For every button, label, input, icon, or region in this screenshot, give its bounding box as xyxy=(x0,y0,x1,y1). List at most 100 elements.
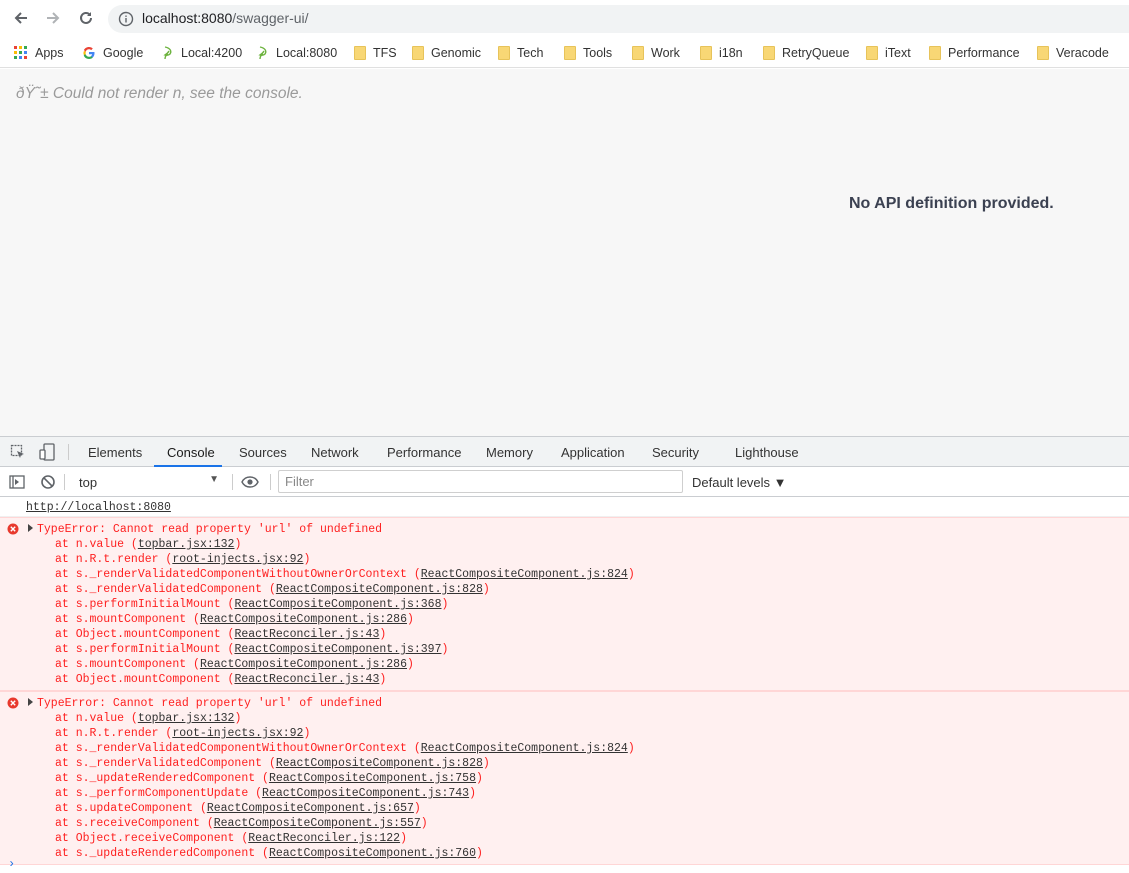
bookmarks-bar: Apps Google Local:4200 Local:8080 TFS Genomic… xyxy=(0,37,1129,68)
dropdown-arrow-icon: ▼ xyxy=(209,474,219,485)
tab-application[interactable]: Application xyxy=(561,445,625,460)
stack-frame-file-link[interactable]: ReactReconciler.js:122 xyxy=(248,832,400,845)
console-output: http://localhost:8080 TypeError: Cannot … xyxy=(0,497,1129,873)
bookmark-veracode[interactable]: Veracode xyxy=(1037,43,1109,63)
stack-frame-file-link[interactable]: topbar.jsx:132 xyxy=(138,538,235,551)
stack-frame-function: at s._updateRenderedComponent xyxy=(55,847,263,860)
stack-frame: at Object.mountComponent (ReactReconcile… xyxy=(55,673,387,686)
stack-frame-file-link[interactable]: ReactCompositeComponent.js:760 xyxy=(269,847,476,860)
expand-triangle-icon[interactable] xyxy=(28,698,33,706)
tab-lighthouse[interactable]: Lighthouse xyxy=(735,445,799,460)
clear-console-icon[interactable] xyxy=(38,472,58,492)
stack-frame-file-link[interactable]: ReactCompositeComponent.js:286 xyxy=(200,613,407,626)
device-toggle-icon[interactable] xyxy=(37,442,57,462)
bookmark-tools[interactable]: Tools xyxy=(564,43,612,63)
console-prompt-icon[interactable]: › xyxy=(8,857,15,871)
stack-frame-function: at s._renderValidatedComponentWithoutOwn… xyxy=(55,568,414,581)
stack-frame-file-link[interactable]: ReactCompositeComponent.js:824 xyxy=(421,742,628,755)
folder-icon xyxy=(632,46,644,60)
tab-elements[interactable]: Elements xyxy=(88,445,142,460)
tab-sources[interactable]: Sources xyxy=(239,445,287,460)
address-bar[interactable]: localhost:8080/swagger-ui/ xyxy=(108,5,1129,33)
bookmark-local-4200[interactable]: Local:4200 xyxy=(162,43,242,63)
stack-frame-file-link[interactable]: ReactCompositeComponent.js:758 xyxy=(269,772,476,785)
stack-frame-file-link[interactable]: ReactCompositeComponent.js:286 xyxy=(200,658,407,671)
browser-toolbar: localhost:8080/swagger-ui/ xyxy=(0,0,1129,36)
stack-frame-function: at s.updateComponent xyxy=(55,802,200,815)
stack-frame-file-link[interactable]: root-injects.jsx:92 xyxy=(172,553,303,566)
filter-field[interactable] xyxy=(278,470,683,493)
bookmark-itext[interactable]: iText xyxy=(866,43,911,63)
stack-frame-file-link[interactable]: ReactCompositeComponent.js:828 xyxy=(276,757,483,770)
bookmark-label: Tools xyxy=(583,46,613,60)
back-arrow-icon[interactable] xyxy=(10,7,32,29)
bookmark-genomic[interactable]: Genomic xyxy=(412,43,481,63)
forward-arrow-icon[interactable] xyxy=(42,7,64,29)
bookmark-performance[interactable]: Performance xyxy=(929,43,1020,63)
stack-frame-function: at n.value xyxy=(55,712,131,725)
stack-frame-file-link[interactable]: root-injects.jsx:92 xyxy=(172,727,303,740)
error-icon xyxy=(7,697,19,709)
bookmark-i18n[interactable]: i18n xyxy=(700,43,743,63)
bookmark-tfs[interactable]: TFS xyxy=(354,43,397,63)
stack-frame-function: at s._renderValidatedComponent xyxy=(55,757,269,770)
stack-frame: at n.value (topbar.jsx:132) xyxy=(55,712,242,725)
stack-frame-file-link[interactable]: ReactCompositeComponent.js:657 xyxy=(207,802,414,815)
context-selector[interactable]: top ▼ xyxy=(72,470,227,493)
expand-triangle-icon[interactable] xyxy=(28,524,33,532)
bookmark-google[interactable]: Google xyxy=(82,43,143,63)
bookmark-label: Work xyxy=(651,46,680,60)
info-icon[interactable] xyxy=(118,11,134,27)
tab-security[interactable]: Security xyxy=(652,445,699,460)
swagger-page: ðŸ˜± Could not render n, see the console… xyxy=(0,69,1129,436)
bookmark-apps[interactable]: Apps xyxy=(14,43,64,63)
folder-icon xyxy=(700,46,712,60)
stack-frame-file-link[interactable]: ReactCompositeComponent.js:557 xyxy=(214,817,421,830)
stack-frame-function: at s._renderValidatedComponent xyxy=(55,583,269,596)
stack-frame-file-link[interactable]: ReactCompositeComponent.js:828 xyxy=(276,583,483,596)
tab-console[interactable]: Console xyxy=(167,445,215,460)
stack-frame-file-link[interactable]: topbar.jsx:132 xyxy=(138,712,235,725)
stack-frame-function: at s.performInitialMount xyxy=(55,598,228,611)
stack-frame-file-link[interactable]: ReactReconciler.js:43 xyxy=(234,628,379,641)
no-api-definition-message: No API definition provided. xyxy=(849,195,1054,212)
stack-frame-file-link[interactable]: ReactCompositeComponent.js:368 xyxy=(234,598,441,611)
inspect-element-icon[interactable] xyxy=(8,442,28,462)
bookmark-retryqueue[interactable]: RetryQueue xyxy=(763,43,849,63)
stack-frame-file-link[interactable]: ReactReconciler.js:43 xyxy=(234,673,379,686)
stack-frame-file-link[interactable]: ReactCompositeComponent.js:824 xyxy=(421,568,628,581)
url-text: localhost:8080/swagger-ui/ xyxy=(142,10,309,26)
tab-memory[interactable]: Memory xyxy=(486,445,533,460)
reload-icon[interactable] xyxy=(75,7,97,29)
devtools-tab-bar: Elements Console Sources Network Performance… xyxy=(0,436,1129,467)
default-levels-dropdown[interactable]: Default levels ▼ xyxy=(692,475,787,490)
filter-input[interactable] xyxy=(279,471,682,492)
stack-frame: at s._renderValidatedComponent (ReactCom… xyxy=(55,583,490,596)
sidebar-toggle-icon[interactable] xyxy=(7,472,27,492)
eye-icon[interactable] xyxy=(240,472,260,492)
stack-frame-function: at s.mountComponent xyxy=(55,613,194,626)
devtools-panel: Elements Console Sources Network Performance… xyxy=(0,436,1129,873)
stack-frame: at s.mountComponent (ReactCompositeCompo… xyxy=(55,613,414,626)
folder-icon xyxy=(1037,46,1049,60)
console-toolbar: top ▼ Default levels ▼ xyxy=(0,467,1129,497)
stack-frame: at s.performInitialMount (ReactComposite… xyxy=(55,643,449,656)
bookmark-label: iText xyxy=(885,46,911,60)
stack-frame-file-link[interactable]: ReactCompositeComponent.js:397 xyxy=(234,643,441,656)
error-message: TypeError: Cannot read property 'url' of… xyxy=(37,697,383,710)
apps-grid-icon xyxy=(14,46,28,60)
tab-performance[interactable]: Performance xyxy=(387,445,461,460)
bookmark-label: Veracode xyxy=(1056,46,1109,60)
console-error-entry: TypeError: Cannot read property 'url' of… xyxy=(0,517,1129,691)
stack-frame-file-link[interactable]: ReactCompositeComponent.js:743 xyxy=(262,787,469,800)
bookmark-tech[interactable]: Tech xyxy=(498,43,543,63)
stack-frame-function: at Object.mountComponent xyxy=(55,628,228,641)
bookmark-label: Local:8080 xyxy=(276,46,338,60)
bookmark-local-8080[interactable]: Local:8080 xyxy=(257,43,337,63)
stack-frame: at s.receiveComponent (ReactCompositeCom… xyxy=(55,817,428,830)
bookmark-work[interactable]: Work xyxy=(632,43,680,63)
bookmark-label: TFS xyxy=(373,46,397,60)
folder-icon xyxy=(498,46,510,60)
source-link[interactable]: http://localhost:8080 xyxy=(26,501,171,514)
tab-network[interactable]: Network xyxy=(311,445,359,460)
